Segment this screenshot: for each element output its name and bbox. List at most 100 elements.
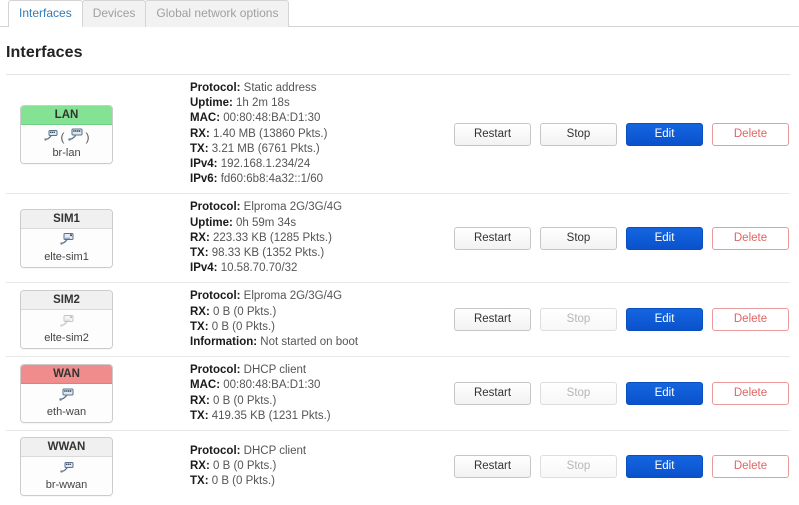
interface-badge-body: eth-wan (21, 384, 112, 423)
edit-button[interactable]: Edit (626, 455, 703, 479)
interface-information-label: Information: (190, 336, 258, 349)
stop-button[interactable]: Stop (540, 122, 617, 146)
tab-global-network-options[interactable]: Global network options (145, 0, 290, 27)
restart-button[interactable]: Restart (454, 308, 531, 332)
interface-badge: WWAN br-wwan (20, 437, 113, 497)
edit-button[interactable]: Edit (626, 122, 703, 146)
interface-device-name: eth-wan (46, 406, 87, 419)
interface-tx-label: TX: (190, 409, 209, 422)
interface-tx-label: TX: (190, 475, 209, 488)
interface-tx-line: TX: 0 B (0 Pkts.) (190, 474, 438, 489)
restart-button[interactable]: Restart (454, 122, 531, 146)
edit-button[interactable]: Edit (626, 382, 703, 406)
stop-button: Stop (540, 308, 617, 332)
interface-row: WAN eth-wan Protocol: DHCP client MAC: 00:8… (6, 356, 790, 430)
interface-tx-label: TX: (190, 247, 209, 260)
tab-bar: Interfaces Devices Global network options (0, 0, 799, 28)
stop-button[interactable]: Stop (540, 226, 617, 250)
interface-info: Protocol: Static address Uptime: 1h 2m 18… (186, 81, 438, 187)
interface-row: SIM2 elte-sim2 Protocol: Elproma 2G/3G/4G R… (6, 282, 790, 356)
page-title: Interfaces (6, 44, 83, 61)
interface-rx-label: RX: (190, 127, 210, 140)
interface-rx-value: 0 B (0 Pkts.) (209, 394, 277, 407)
interface-badge: SIM1 elte-sim1 (20, 208, 113, 268)
interface-info: Protocol: Elproma 2G/3G/4G RX: 0 B (0 Pkt… (186, 289, 438, 350)
interface-mac-label: MAC: (190, 112, 221, 125)
restart-button[interactable]: Restart (454, 455, 531, 479)
interface-badge-cell: WWAN br-wwan (6, 437, 186, 497)
interface-device-name: br-wwan (45, 479, 88, 492)
interface-badge: SIM2 elte-sim2 (20, 290, 113, 350)
interface-tx-label: TX: (190, 142, 209, 155)
interface-name: WAN (21, 365, 112, 385)
interface-badge-body: elte-sim1 (21, 228, 112, 267)
interface-protocol-label: Protocol: (190, 201, 241, 214)
delete-button[interactable]: Delete (712, 122, 789, 146)
interface-badge-cell: SIM1 elte-sim1 (6, 208, 186, 268)
interface-badge-cell: WAN eth-wan (6, 364, 186, 424)
bridge-paren-close: ) (85, 129, 90, 144)
interface-device-name: elte-sim2 (44, 332, 89, 345)
interface-info: Protocol: DHCP client RX: 0 B (0 Pkts.) TX… (186, 444, 438, 490)
interface-protocol-value: DHCP client (240, 364, 307, 377)
interface-rx-label: RX: (190, 305, 210, 318)
delete-button[interactable]: Delete (712, 308, 789, 332)
interface-rx-value: 0 B (0 Pkts.) (209, 459, 277, 472)
interface-tx-value: 0 B (0 Pkts.) (208, 475, 275, 488)
interface-row: SIM1 elte-sim1 Protocol: Elproma 2G/3G/4G U… (6, 193, 790, 282)
interface-actions: Restart Stop Edit Delete (438, 455, 790, 479)
interface-row: LAN() br-lan Protocol: Static address Uptim… (6, 74, 790, 193)
interface-mac-line: MAC: 00:80:48:BA:D1:30 (190, 378, 438, 393)
interface-tx-label: TX: (190, 320, 209, 333)
interface-ipv4-label: IPv4: (190, 158, 218, 171)
wireless-network-icon (59, 461, 74, 477)
delete-button[interactable]: Delete (712, 226, 789, 250)
interface-uptime-label: Uptime: (190, 97, 233, 110)
interface-protocol-value: Elproma 2G/3G/4G (240, 290, 343, 303)
interface-mac-line: MAC: 00:80:48:BA:D1:30 (190, 111, 438, 126)
interface-ipv4-value: 192.168.1.234/24 (217, 158, 311, 171)
interface-tx-line: TX: 98.33 KB (1352 Pkts.) (190, 246, 438, 261)
interface-rx-line: RX: 0 B (0 Pkts.) (190, 305, 438, 320)
delete-button[interactable]: Delete (712, 382, 789, 406)
interface-uptime-value: 1h 2m 18s (232, 97, 290, 110)
interface-protocol-line: Protocol: Elproma 2G/3G/4G (190, 200, 438, 215)
interface-uptime-value: 0h 59m 34s (232, 216, 297, 229)
interface-protocol-line: Protocol: Elproma 2G/3G/4G (190, 289, 438, 304)
interface-tx-value: 98.33 KB (1352 Pkts.) (208, 247, 325, 260)
interface-rx-label: RX: (190, 394, 210, 407)
interface-actions: Restart Stop Edit Delete (438, 382, 790, 406)
edit-button[interactable]: Edit (626, 308, 703, 332)
interface-name: SIM2 (21, 291, 112, 311)
interface-protocol-label: Protocol: (190, 444, 241, 457)
interface-list: LAN() br-lan Protocol: Static address Uptim… (0, 74, 799, 502)
interface-ipv4-line: IPv4: 10.58.70.70/32 (190, 261, 438, 276)
interface-tx-line: TX: 3.21 MB (6761 Pkts.) (190, 142, 438, 157)
interface-badge-body: elte-sim2 (21, 310, 112, 349)
interface-name: WWAN (21, 438, 112, 458)
interface-protocol-line: Protocol: DHCP client (190, 363, 438, 378)
stop-button: Stop (540, 455, 617, 479)
interface-row: WWAN br-wwan Protocol: DHCP client RX: 0 B … (6, 430, 790, 502)
interface-ipv6-value: fd60:6b8:4a32::1/60 (217, 173, 324, 186)
restart-button[interactable]: Restart (454, 226, 531, 250)
interface-protocol-label: Protocol: (190, 364, 241, 377)
restart-button[interactable]: Restart (454, 382, 531, 406)
tab-devices[interactable]: Devices (81, 0, 147, 27)
interface-tx-line: TX: 419.35 KB (1231 Pkts.) (190, 409, 438, 424)
interface-name: LAN (21, 105, 112, 125)
interface-protocol-value: Elproma 2G/3G/4G (240, 201, 343, 214)
interface-badge-body: br-wwan (21, 457, 112, 496)
interface-rx-line: RX: 1.40 MB (13860 Pkts.) (190, 127, 438, 142)
ethernet-icon (59, 388, 74, 405)
interface-uptime-line: Uptime: 0h 59m 34s (190, 216, 438, 231)
tab-interfaces[interactable]: Interfaces (8, 0, 83, 28)
interface-device-icons (23, 314, 110, 330)
interface-protocol-label: Protocol: (190, 82, 241, 94)
interface-uptime-label: Uptime: (190, 216, 233, 229)
delete-button[interactable]: Delete (712, 455, 789, 479)
interface-badge-cell: SIM2 elte-sim2 (6, 290, 186, 350)
interface-badge-cell: LAN() br-lan (6, 104, 186, 164)
interface-mac-value: 00:80:48:BA:D1:30 (220, 112, 321, 125)
edit-button[interactable]: Edit (626, 226, 703, 250)
